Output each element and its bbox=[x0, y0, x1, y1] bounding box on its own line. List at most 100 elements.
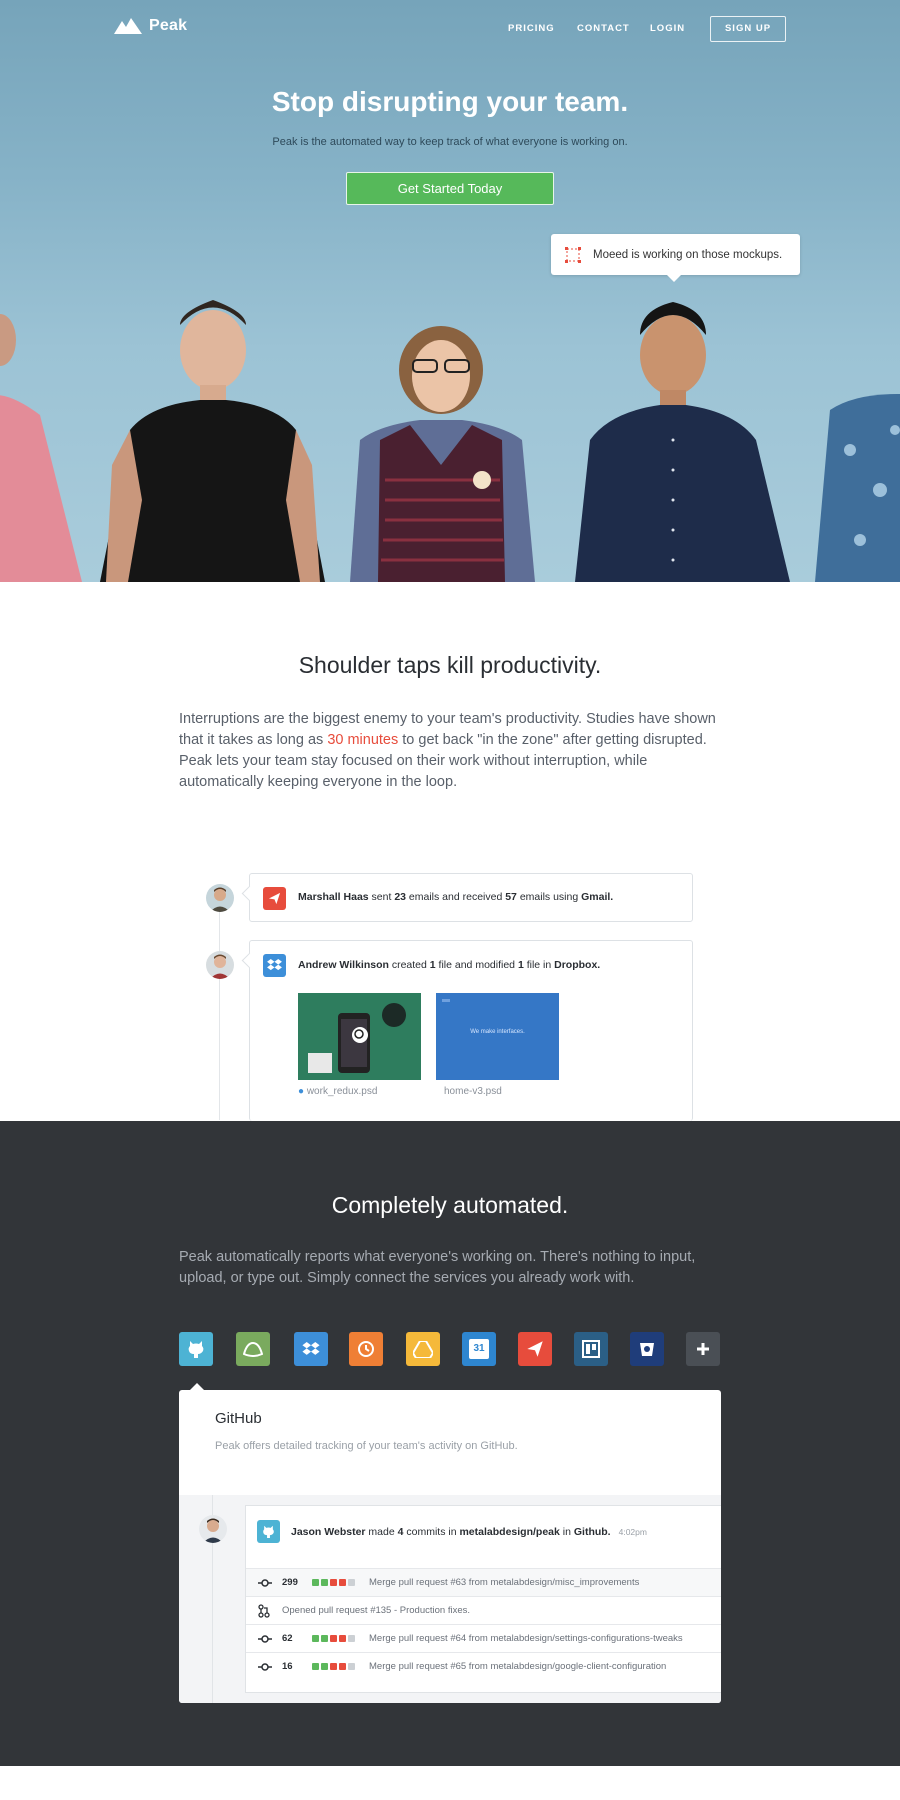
section-body-text: Peak automatically reports what everyone… bbox=[179, 1249, 696, 1286]
thumbnail-caption: We make interfaces. bbox=[470, 1029, 525, 1035]
activity-fragment: in bbox=[559, 1526, 574, 1538]
activity-fragment: emails using bbox=[516, 891, 582, 903]
service-name: Github. bbox=[573, 1526, 611, 1538]
avatar[interactable] bbox=[199, 1515, 227, 1543]
activity-card-dropbox: Andrew Wilkinson created 1 file and modi… bbox=[249, 940, 693, 1121]
timestamp: 4:02pm bbox=[618, 1527, 647, 1537]
commit-icon bbox=[258, 1662, 272, 1671]
diff-bars bbox=[312, 1579, 355, 1586]
file-label[interactable]: ● work_redux.psd bbox=[298, 1086, 377, 1097]
dropbox-icon[interactable] bbox=[294, 1332, 328, 1366]
website-mockup-image bbox=[436, 993, 559, 1080]
bullet-icon: ● bbox=[298, 1086, 307, 1097]
section-title: Completely automated. bbox=[331, 1192, 569, 1218]
get-started-button[interactable]: Get Started Today bbox=[346, 172, 554, 205]
team-photo-illustration bbox=[0, 300, 900, 582]
activity-text: Andrew Wilkinson created 1 file and modi… bbox=[298, 959, 600, 971]
activity-fragment: created bbox=[388, 959, 430, 971]
file-label[interactable]: home-v3.psd bbox=[444, 1086, 502, 1097]
person-black-tee bbox=[100, 300, 325, 582]
person-striped-vest bbox=[350, 326, 535, 582]
person-left-edge bbox=[0, 314, 82, 582]
pull-request-row[interactable]: Opened pull request #135 - Production fi… bbox=[246, 1596, 721, 1624]
commit-count: 62 bbox=[282, 1633, 293, 1644]
avatar[interactable] bbox=[206, 951, 234, 979]
nav-pricing-link[interactable]: PRICING bbox=[508, 23, 555, 34]
hero-section: Peak PRICING CONTACT LOGIN SIGN UP Stop … bbox=[0, 0, 900, 582]
clock-icon[interactable] bbox=[349, 1332, 383, 1366]
highlight-text: 30 minutes bbox=[327, 732, 399, 748]
commit-row[interactable]: 62 Merge pull request #64 from metalabde… bbox=[246, 1624, 721, 1652]
hero-title: Stop disrupting your team. bbox=[271, 86, 629, 117]
user-avatar-icon bbox=[206, 884, 234, 912]
count: 23 bbox=[394, 891, 406, 903]
commit-row[interactable]: 16 Merge pull request #65 from metalabde… bbox=[246, 1652, 721, 1680]
pull-request-message: Opened pull request #135 - Production fi… bbox=[282, 1605, 471, 1616]
section-title: Shoulder taps kill productivity. bbox=[298, 652, 602, 678]
calendar-icon[interactable]: 31 bbox=[462, 1332, 496, 1366]
file-name: work_redux.psd bbox=[306, 1086, 378, 1097]
activity-card-gmail: Marshall Haas sent 23 emails and receive… bbox=[249, 873, 693, 922]
integration-panel: GitHub Peak offers detailed tracking of … bbox=[179, 1390, 721, 1703]
user-name[interactable]: Andrew Wilkinson bbox=[298, 959, 389, 971]
activity-text: Jason Webster made 4 commits in metalabd… bbox=[291, 1526, 647, 1538]
status-bubble: Moeed is working on those mockups. bbox=[551, 234, 800, 282]
send-icon[interactable] bbox=[518, 1332, 552, 1366]
google-drive-icon[interactable] bbox=[406, 1332, 440, 1366]
hero-subtitle: Peak is the automated way to keep track … bbox=[272, 136, 628, 148]
panel-title: GitHub bbox=[215, 1410, 262, 1427]
activity-fragment: file in bbox=[523, 959, 555, 971]
dropbox-icon bbox=[263, 954, 286, 977]
user-name[interactable]: Marshall Haas bbox=[298, 891, 369, 903]
commit-message: Merge pull request #64 from metalabdesig… bbox=[369, 1633, 683, 1644]
user-name[interactable]: Jason Webster bbox=[291, 1526, 366, 1538]
activity-text: Marshall Haas sent 23 emails and receive… bbox=[298, 891, 613, 903]
send-icon bbox=[263, 887, 286, 910]
activity-fragment: commits in bbox=[403, 1526, 460, 1538]
activity-fragment: file and modified bbox=[435, 959, 518, 971]
diff-bars bbox=[312, 1663, 355, 1670]
service-name: Dropbox. bbox=[554, 959, 601, 971]
service-name: Gmail. bbox=[581, 891, 614, 903]
avatar[interactable] bbox=[206, 884, 234, 912]
nav-login-link[interactable]: LOGIN bbox=[650, 23, 685, 34]
signup-button[interactable]: SIGN UP bbox=[710, 16, 786, 42]
commit-icon bbox=[258, 1634, 272, 1643]
commit-count: 16 bbox=[282, 1661, 293, 1672]
activity-fragment: made bbox=[365, 1526, 398, 1538]
timeline-line bbox=[219, 895, 220, 1120]
github-icon[interactable] bbox=[179, 1332, 213, 1366]
repo-name[interactable]: metalabdesign/peak bbox=[459, 1526, 559, 1538]
calendar-day: 31 bbox=[469, 1339, 489, 1359]
section-body-text: Interruptions are the biggest enemy to y… bbox=[179, 709, 725, 793]
github-feed: Jason Webster made 4 commits in metalabd… bbox=[179, 1495, 721, 1703]
basecamp-icon[interactable] bbox=[236, 1332, 270, 1366]
commit-message: Merge pull request #65 from metalabdesig… bbox=[369, 1661, 667, 1672]
pull-request-icon bbox=[258, 1603, 272, 1618]
phone-mockup-image bbox=[298, 993, 421, 1080]
github-activity-card: Jason Webster made 4 commits in metalabd… bbox=[245, 1505, 721, 1693]
count: 57 bbox=[505, 891, 517, 903]
file-thumbnail[interactable]: We make interfaces. bbox=[436, 993, 559, 1080]
commit-icon bbox=[258, 1578, 272, 1587]
activity-fragment: sent bbox=[368, 891, 395, 903]
trello-icon[interactable] bbox=[574, 1332, 608, 1366]
user-avatar-icon bbox=[199, 1515, 227, 1543]
activity-fragment: emails and received bbox=[406, 891, 506, 903]
github-icon bbox=[257, 1520, 280, 1543]
panel-description: Peak offers detailed tracking of your te… bbox=[215, 1440, 518, 1452]
plus-icon[interactable] bbox=[686, 1332, 720, 1366]
page: Peak PRICING CONTACT LOGIN SIGN UP Stop … bbox=[0, 0, 900, 1800]
commit-message: Merge pull request #63 from metalabdesig… bbox=[369, 1577, 640, 1588]
automation-section: Completely automated. Peak automatically… bbox=[0, 1121, 900, 1766]
person-right-edge bbox=[815, 394, 900, 582]
bubble-text: Moeed is working on those mockups. bbox=[593, 248, 783, 261]
user-avatar-icon bbox=[206, 951, 234, 979]
nav-contact-link[interactable]: CONTACT bbox=[577, 23, 630, 34]
bucket-icon[interactable] bbox=[630, 1332, 664, 1366]
crop-frame-icon bbox=[565, 246, 581, 263]
diff-bars bbox=[312, 1635, 355, 1642]
file-thumbnail[interactable] bbox=[298, 993, 421, 1080]
commit-row[interactable]: 299 Merge pull request #63 from metalabd… bbox=[246, 1568, 721, 1596]
commit-count: 299 bbox=[282, 1577, 298, 1588]
